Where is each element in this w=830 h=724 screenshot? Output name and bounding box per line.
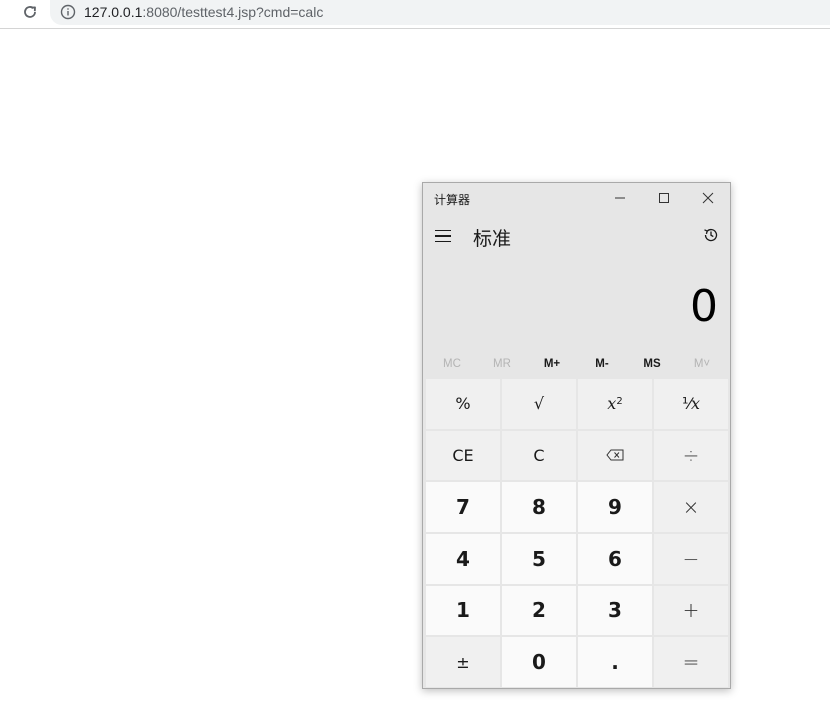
url-host: 127.0.0.1 — [84, 4, 143, 20]
digit-9-button[interactable]: 9 — [578, 482, 652, 532]
digit-3-button[interactable]: 3 — [578, 585, 652, 636]
memory-row: MC MR M+ M- MS M˅ — [427, 351, 727, 377]
memory-button-mminus[interactable]: M- — [577, 351, 627, 377]
reciprocal-button[interactable]: ¹⁄ x — [654, 379, 728, 429]
backspace-button[interactable] — [578, 430, 652, 481]
digit-4-button[interactable]: 4 — [426, 534, 500, 584]
negate-button[interactable]: ± — [426, 637, 500, 687]
square-button[interactable]: x2 — [578, 379, 652, 429]
digit-1-button[interactable]: 1 — [426, 585, 500, 636]
memory-button-mc[interactable]: MC — [427, 351, 477, 377]
digit-8-button[interactable]: 8 — [502, 482, 576, 532]
info-icon[interactable] — [60, 4, 76, 20]
maximize-button[interactable] — [642, 183, 686, 213]
digit-6-button[interactable]: 6 — [578, 534, 652, 584]
url-path: :8080/testtest4.jsp?cmd=calc — [142, 4, 324, 20]
history-icon[interactable] — [699, 223, 723, 247]
title-bar[interactable]: 计算器 — [423, 183, 730, 215]
close-button[interactable] — [686, 183, 730, 213]
digit-0-button[interactable]: 0 — [502, 637, 576, 687]
digit-7-button[interactable]: 7 — [426, 482, 500, 532]
hamburger-menu-icon[interactable] — [435, 225, 457, 247]
mode-title: 标准 — [473, 229, 512, 250]
digit-2-button[interactable]: 2 — [502, 585, 576, 636]
sqrt-button[interactable]: √ — [502, 379, 576, 429]
reload-icon[interactable] — [17, 0, 43, 24]
percent-button[interactable]: % — [426, 379, 500, 429]
mode-header: 标准 — [423, 217, 730, 257]
divide-button[interactable]: ÷ — [654, 430, 728, 481]
forward-arrow-icon[interactable]: › — [0, 2, 10, 22]
keypad: % √ x 2 ¹⁄ x CE C ÷ 7 8 9 × 4 5 6− 1 2 3 + ±0. = — [426, 379, 728, 687]
subtract-button[interactable]: − — [654, 534, 728, 584]
memory-button-mplus[interactable]: M+ — [527, 351, 577, 377]
multiply-button[interactable]: × — [654, 482, 728, 532]
url-text[interactable]: 127.0.0.1:8080/testtest4.jsp?cmd=calc — [84, 3, 323, 21]
clear-entry-button[interactable]: CE — [426, 430, 500, 481]
add-button[interactable]: + — [654, 585, 728, 636]
browser-toolbar: › 127.0.0.1:8080/testtest4.jsp?cmd=calc — [0, 0, 830, 29]
result-display: 0 — [690, 281, 718, 332]
minimize-button[interactable] — [598, 183, 642, 213]
memory-button-ms[interactable]: MS — [627, 351, 677, 377]
window-title: 计算器 — [434, 193, 471, 207]
decimal-button[interactable]: . — [578, 637, 652, 687]
memory-button-m[interactable]: M˅ — [677, 351, 727, 377]
digit-5-button[interactable]: 5 — [502, 534, 576, 584]
equals-button[interactable]: = — [654, 637, 728, 687]
clear-button[interactable]: C — [502, 430, 576, 481]
memory-button-mr[interactable]: MR — [477, 351, 527, 377]
calculator-window: 计算器 标准 0 MC MR M+ M- MS M˅ % √ x 2 ¹⁄ x CE C ÷ 7 8 9 × 4 5 6… — [422, 182, 731, 689]
